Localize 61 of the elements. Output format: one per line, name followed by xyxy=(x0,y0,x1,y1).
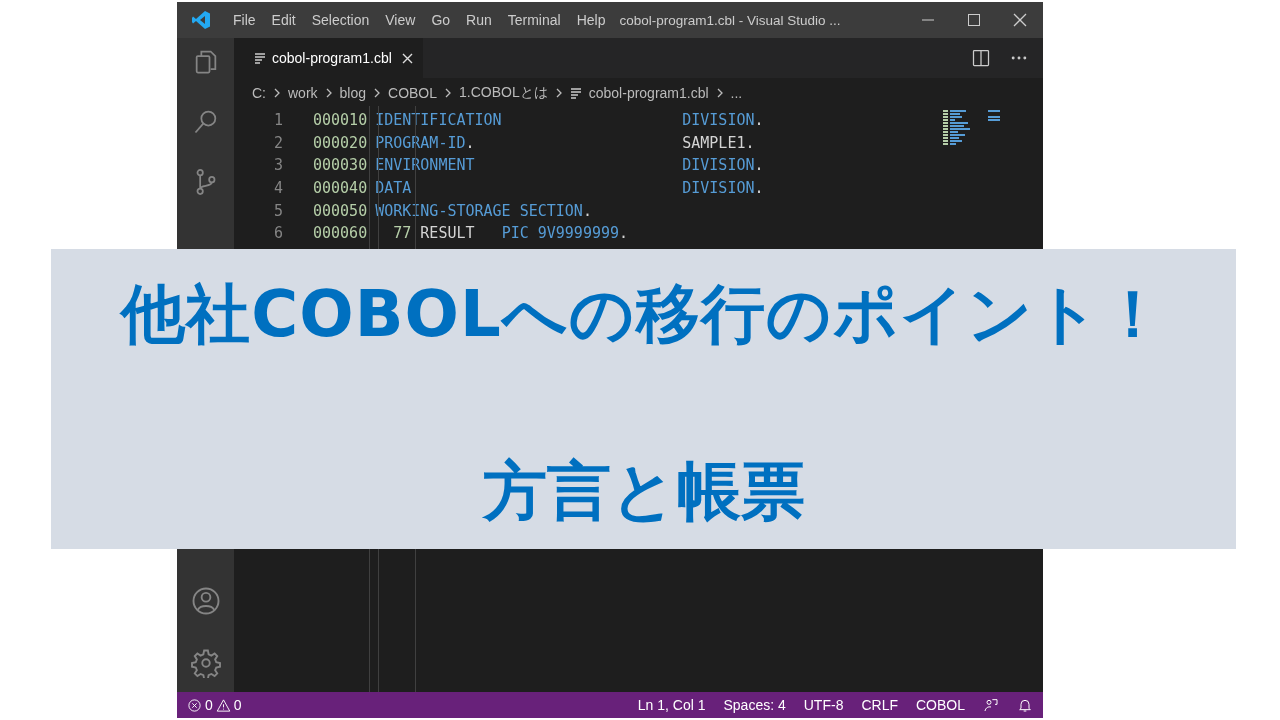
warning-count[interactable]: 0 xyxy=(233,697,242,713)
code-line: IDENTIFICATION DIVISION. xyxy=(375,111,764,130)
sequence-number: 000020 xyxy=(313,133,368,152)
menu-item[interactable]: Run xyxy=(458,12,500,28)
breadcrumb-item[interactable]: 1.COBOLとは xyxy=(459,84,548,102)
chevron-icon xyxy=(373,87,382,99)
breadcrumb-item[interactable]: work xyxy=(288,85,318,101)
code-line: WORKING-STORAGE SECTION. xyxy=(375,201,592,220)
code-line: DATA DIVISION. xyxy=(375,179,764,198)
chevron-icon xyxy=(324,87,333,99)
bell-icon[interactable] xyxy=(1017,697,1033,713)
line-number: 3 xyxy=(272,156,283,175)
menu-item[interactable]: Help xyxy=(568,12,614,28)
status-item[interactable]: CRLF xyxy=(861,697,898,713)
feedback-icon[interactable] xyxy=(983,697,999,713)
window-title: cobol-program1.cbl - Visual Studio ... xyxy=(619,12,841,28)
sequence-number: 000040 xyxy=(313,179,368,198)
sequence-number: 000050 xyxy=(313,201,368,220)
status-item[interactable]: Spaces: 4 xyxy=(723,697,786,713)
line-number: 4 xyxy=(272,179,283,198)
menu-item[interactable]: Go xyxy=(423,12,459,28)
code-line: 77 RESULT PIC 9V9999999. xyxy=(392,224,629,243)
chevron-icon xyxy=(715,87,724,99)
menu-item[interactable]: File xyxy=(225,12,264,28)
banner-title: 他社COBOLへの移行のポイント！ xyxy=(121,276,1166,353)
warning-icon[interactable] xyxy=(215,697,231,713)
breadcrumb-item[interactable]: C: xyxy=(252,85,266,101)
breadcrumb-item[interactable]: COBOL xyxy=(388,85,438,101)
chevron-icon xyxy=(554,87,563,99)
menu-item[interactable]: Terminal xyxy=(499,12,569,28)
line-number: 5 xyxy=(272,201,283,220)
error-icon[interactable] xyxy=(187,697,202,713)
account-icon[interactable] xyxy=(190,586,221,616)
logo-icon xyxy=(191,10,211,30)
banner-subtitle: 方言と帳票 xyxy=(482,453,805,530)
sequence-number: 000030 xyxy=(313,156,368,175)
sequence-number: 000060 xyxy=(313,224,368,243)
breadcrumb-item[interactable]: cobol-program1.cbl xyxy=(588,85,709,101)
code-line: PROGRAM-ID. SAMPLE1. xyxy=(375,133,755,152)
chevron-icon xyxy=(444,87,453,99)
close-tab-icon[interactable] xyxy=(401,52,413,64)
status-item[interactable]: COBOL xyxy=(916,697,965,713)
breadcrumb-item[interactable]: ... xyxy=(730,85,743,101)
menu-item[interactable]: View xyxy=(377,12,424,28)
line-number: 2 xyxy=(272,133,283,152)
menu-item[interactable]: Edit xyxy=(263,12,304,28)
error-count[interactable]: 0 xyxy=(205,697,213,713)
menu-item[interactable]: Selection xyxy=(303,12,378,28)
sequence-number: 000010 xyxy=(313,111,368,130)
status-item[interactable]: Ln 1, Col 1 xyxy=(637,697,706,713)
file-lines-icon xyxy=(254,52,266,64)
editor-tab[interactable]: cobol-program1.cbl xyxy=(234,38,423,78)
line-number: 6 xyxy=(272,224,283,243)
line-number: 1 xyxy=(272,111,283,130)
settings-icon[interactable] xyxy=(190,648,221,678)
status-item[interactable]: UTF-8 xyxy=(803,697,844,713)
code-line: ENVIRONMENT DIVISION. xyxy=(375,156,764,175)
breadcrumb-item[interactable]: blog xyxy=(339,85,367,101)
split-editor-icon[interactable] xyxy=(971,48,991,68)
file-lines-icon xyxy=(569,87,582,99)
chevron-icon xyxy=(273,87,281,99)
